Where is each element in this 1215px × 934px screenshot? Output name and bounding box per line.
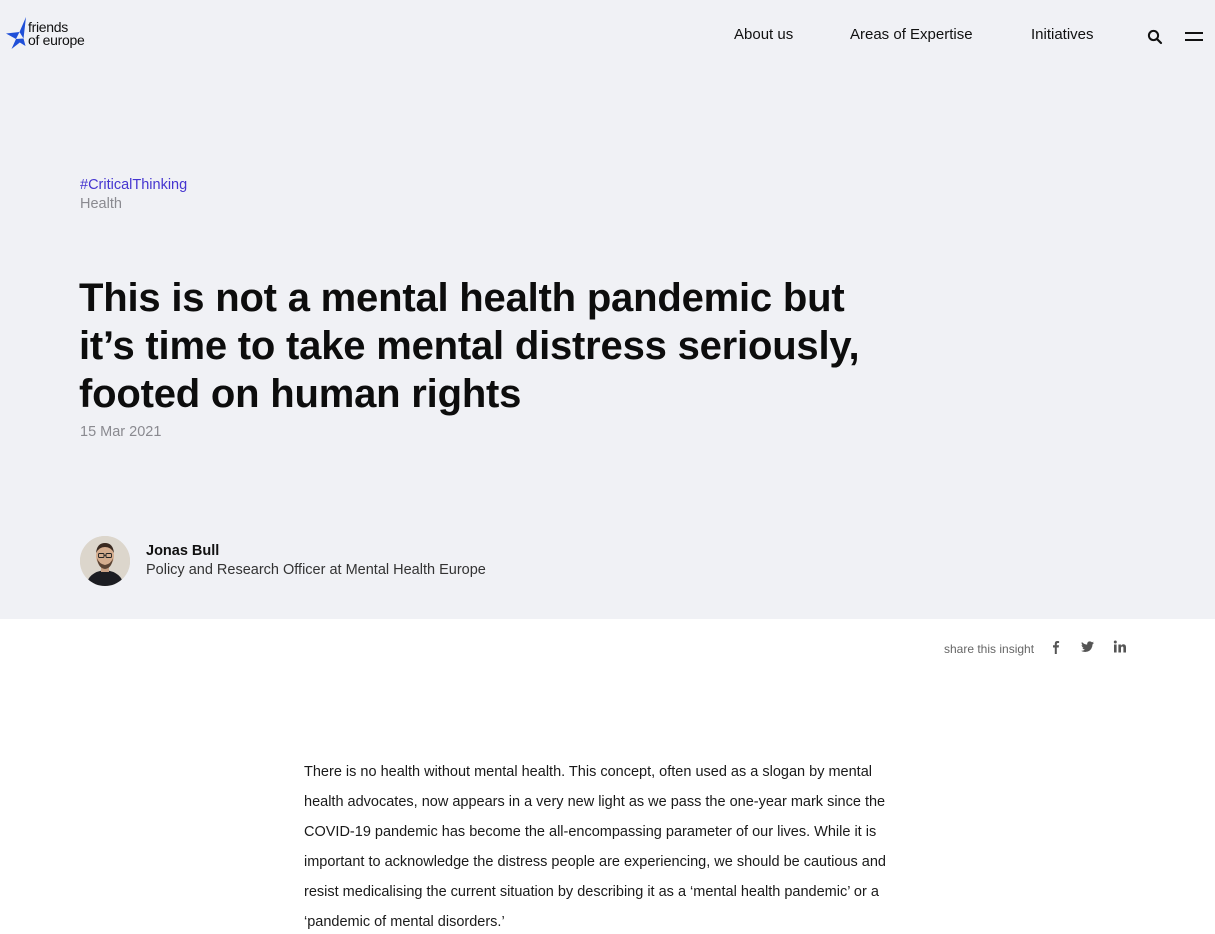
share-bar: share this insight: [0, 638, 1215, 660]
linkedin-icon[interactable]: [1111, 638, 1129, 656]
publish-date: 15 Mar 2021: [80, 424, 162, 440]
share-label: share this insight: [944, 642, 1035, 656]
hamburger-menu-icon[interactable]: [1185, 32, 1203, 42]
nav-about-us[interactable]: About us: [734, 26, 793, 43]
nav-areas-of-expertise[interactable]: Areas of Expertise: [850, 26, 973, 43]
hashtag-link[interactable]: #CriticalThinking: [80, 177, 187, 193]
hero-section: friends of europe About us Areas of Expe…: [0, 0, 1215, 619]
author-name[interactable]: Jonas Bull: [146, 543, 219, 559]
author-photo: [80, 536, 130, 586]
article-body: There is no health without mental health…: [304, 757, 909, 934]
nav-initiatives[interactable]: Initiatives: [1031, 26, 1094, 43]
category-link[interactable]: Health: [80, 196, 122, 212]
main-nav: About us Areas of Expertise Initiatives: [0, 26, 1215, 46]
article-title: This is not a mental health pandemic but…: [79, 276, 860, 416]
search-icon: [1147, 29, 1163, 45]
search-button[interactable]: [1147, 29, 1163, 45]
twitter-icon[interactable]: [1078, 638, 1096, 656]
author-avatar[interactable]: [80, 536, 130, 586]
article-paragraph: There is no health without mental health…: [304, 764, 886, 930]
facebook-icon[interactable]: [1047, 638, 1065, 656]
author-role: Policy and Research Officer at Mental He…: [146, 562, 486, 578]
